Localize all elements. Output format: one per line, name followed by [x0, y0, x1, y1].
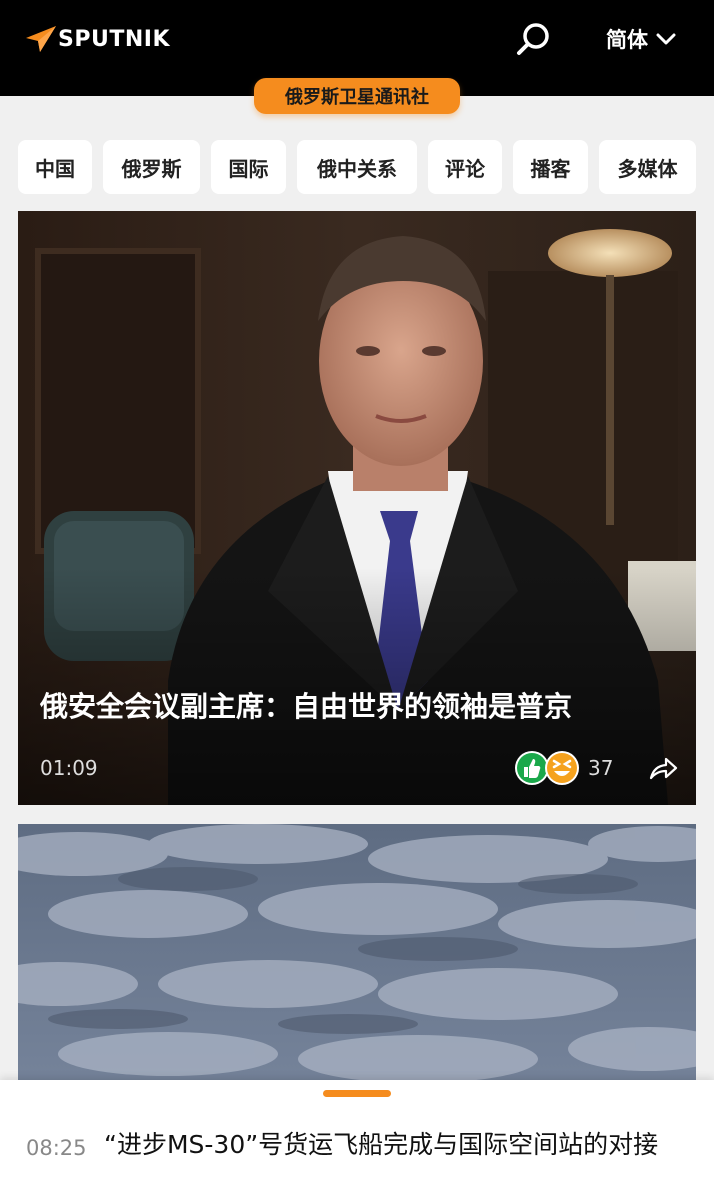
nav-item-russia[interactable]: 俄罗斯 [103, 140, 200, 194]
nav-item-russia-china[interactable]: 俄中关系 [297, 140, 417, 194]
sputnik-logo[interactable]: SPUTNIK [24, 24, 170, 54]
nav-item-china[interactable]: 中国 [18, 140, 92, 194]
sheet-drag-handle[interactable] [323, 1090, 391, 1097]
sputnik-logo-icon [26, 26, 56, 52]
laughing-emoji-icon[interactable] [545, 751, 579, 785]
nav-item-multimedia[interactable]: 多媒体 [599, 140, 696, 194]
thumbs-up-icon[interactable] [515, 751, 549, 785]
nav-item-world[interactable]: 国际 [211, 140, 286, 194]
logo-text: SPUTNIK [58, 26, 170, 52]
featured-article-time: 01:09 [40, 756, 98, 780]
article-image-2 [18, 824, 696, 1084]
reaction-icons[interactable] [514, 749, 584, 787]
chevron-down-icon [656, 33, 676, 45]
nav-item-opinion[interactable]: 评论 [428, 140, 502, 194]
featured-article-title[interactable]: 俄安全会议副主席：自由世界的领袖是普京 [40, 689, 680, 725]
news-ticker-sheet[interactable]: 08:25 “进步MS-30”号货运飞船完成与国际空间站的对接 [0, 1080, 714, 1200]
agency-badge[interactable]: 俄罗斯卫星通讯社 [254, 78, 460, 114]
share-icon[interactable] [648, 756, 678, 782]
ticker-headline[interactable]: “进步MS-30”号货运飞船完成与国际空间站的对接 [104, 1128, 704, 1162]
category-nav: 中国 俄罗斯 国际 俄中关系 评论 播客 多媒体 [0, 140, 714, 194]
ticker-time: 08:25 [26, 1136, 87, 1160]
nav-item-podcast[interactable]: 播客 [513, 140, 588, 194]
language-label: 简体 [606, 28, 648, 52]
featured-article-card[interactable]: 俄安全会议副主席：自由世界的领袖是普京 01:09 37 [18, 211, 696, 805]
search-icon[interactable] [514, 20, 554, 60]
language-selector[interactable]: 简体 [606, 24, 676, 54]
article-card-2[interactable] [18, 824, 696, 1084]
reaction-count: 37 [588, 756, 614, 780]
